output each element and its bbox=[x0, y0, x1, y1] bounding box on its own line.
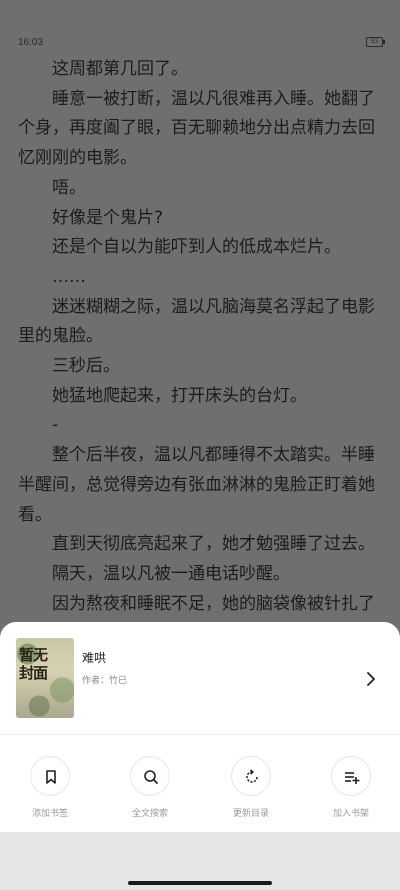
paragraph: - bbox=[52, 415, 59, 436]
cover-placeholder-text: 暂无封面 bbox=[19, 646, 48, 682]
bookmark-icon bbox=[46, 770, 56, 784]
full-text-search-button[interactable]: 全文搜索 bbox=[110, 756, 190, 819]
home-indicator[interactable] bbox=[128, 881, 272, 885]
book-author: 作者：竹已 bbox=[82, 676, 128, 686]
update-catalog-button[interactable]: 更新目录 bbox=[211, 756, 291, 819]
paragraph: 迷迷糊糊之际，温以凡脑海莫名浮起了电影里的鬼脸。 bbox=[18, 296, 375, 347]
reader-content[interactable]: 这周都第几回了。 睡意一被打断，温以凡很难再入睡。她翻了个身，再度阖了眼，百无聊… bbox=[18, 55, 388, 619]
bookmark-icon-circle bbox=[30, 756, 70, 796]
paragraph: 睡意一被打断，温以凡很难再入睡。她翻了个身，再度阖了眼，百无聊赖地分出点精力去回… bbox=[18, 88, 375, 169]
refresh-icon bbox=[246, 769, 258, 783]
status-bar: 16:03 53 bbox=[0, 0, 400, 60]
book-cover: 暂无封面 bbox=[16, 638, 74, 718]
paragraph: 隔天，温以凡被一通电话吵醒。 bbox=[52, 563, 290, 584]
book-info-card[interactable]: 暂无封面 难哄 作者：竹已 bbox=[0, 622, 400, 734]
paragraph: …… bbox=[52, 266, 86, 287]
full-text-search-label: 全文搜索 bbox=[131, 809, 168, 819]
book-title: 难哄 bbox=[82, 651, 107, 665]
paragraph: 这周都第几回了。 bbox=[52, 59, 188, 79]
paragraph: 好像是个鬼片? bbox=[52, 207, 164, 228]
refresh-icon-circle bbox=[231, 756, 271, 796]
add-bookmark-label: 添加书签 bbox=[31, 809, 68, 819]
paragraph: 因为熬夜和睡眠不足，她的脑袋像被针扎了 bbox=[52, 593, 375, 614]
paragraph: 她猛地爬起来，打开床头的台灯。 bbox=[52, 385, 307, 406]
status-time: 16:03 bbox=[18, 37, 44, 48]
search-icon bbox=[144, 770, 158, 784]
paragraph: 还是个自以为能吓到人的低成本烂片。 bbox=[52, 237, 341, 258]
add-to-shelf-icon-circle bbox=[331, 756, 371, 796]
update-catalog-label: 更新目录 bbox=[232, 809, 269, 819]
add-to-shelf-label: 加入书架 bbox=[332, 809, 369, 819]
paragraph: 整个后半夜，温以凡都睡得不太踏实。半睡半醒间，总觉得旁边有张血淋淋的鬼脸正盯着她… bbox=[18, 445, 375, 525]
add-bookmark-button[interactable]: 添加书签 bbox=[10, 756, 90, 819]
action-row: 添加书签 全文搜索 更新目录 加入书架 bbox=[0, 756, 400, 820]
battery-icon: 53 bbox=[366, 37, 385, 47]
add-to-shelf-icon bbox=[345, 772, 360, 784]
chevron-right-icon[interactable] bbox=[364, 669, 378, 689]
paragraph: 三秒后。 bbox=[52, 356, 120, 377]
paragraph: 直到天彻底亮起来了，她才勉强睡了过去。 bbox=[52, 534, 375, 555]
add-to-shelf-button[interactable]: 加入书架 bbox=[311, 756, 391, 819]
search-icon-circle bbox=[130, 756, 170, 796]
divider bbox=[0, 734, 400, 735]
paragraph: 唔。 bbox=[52, 177, 86, 198]
